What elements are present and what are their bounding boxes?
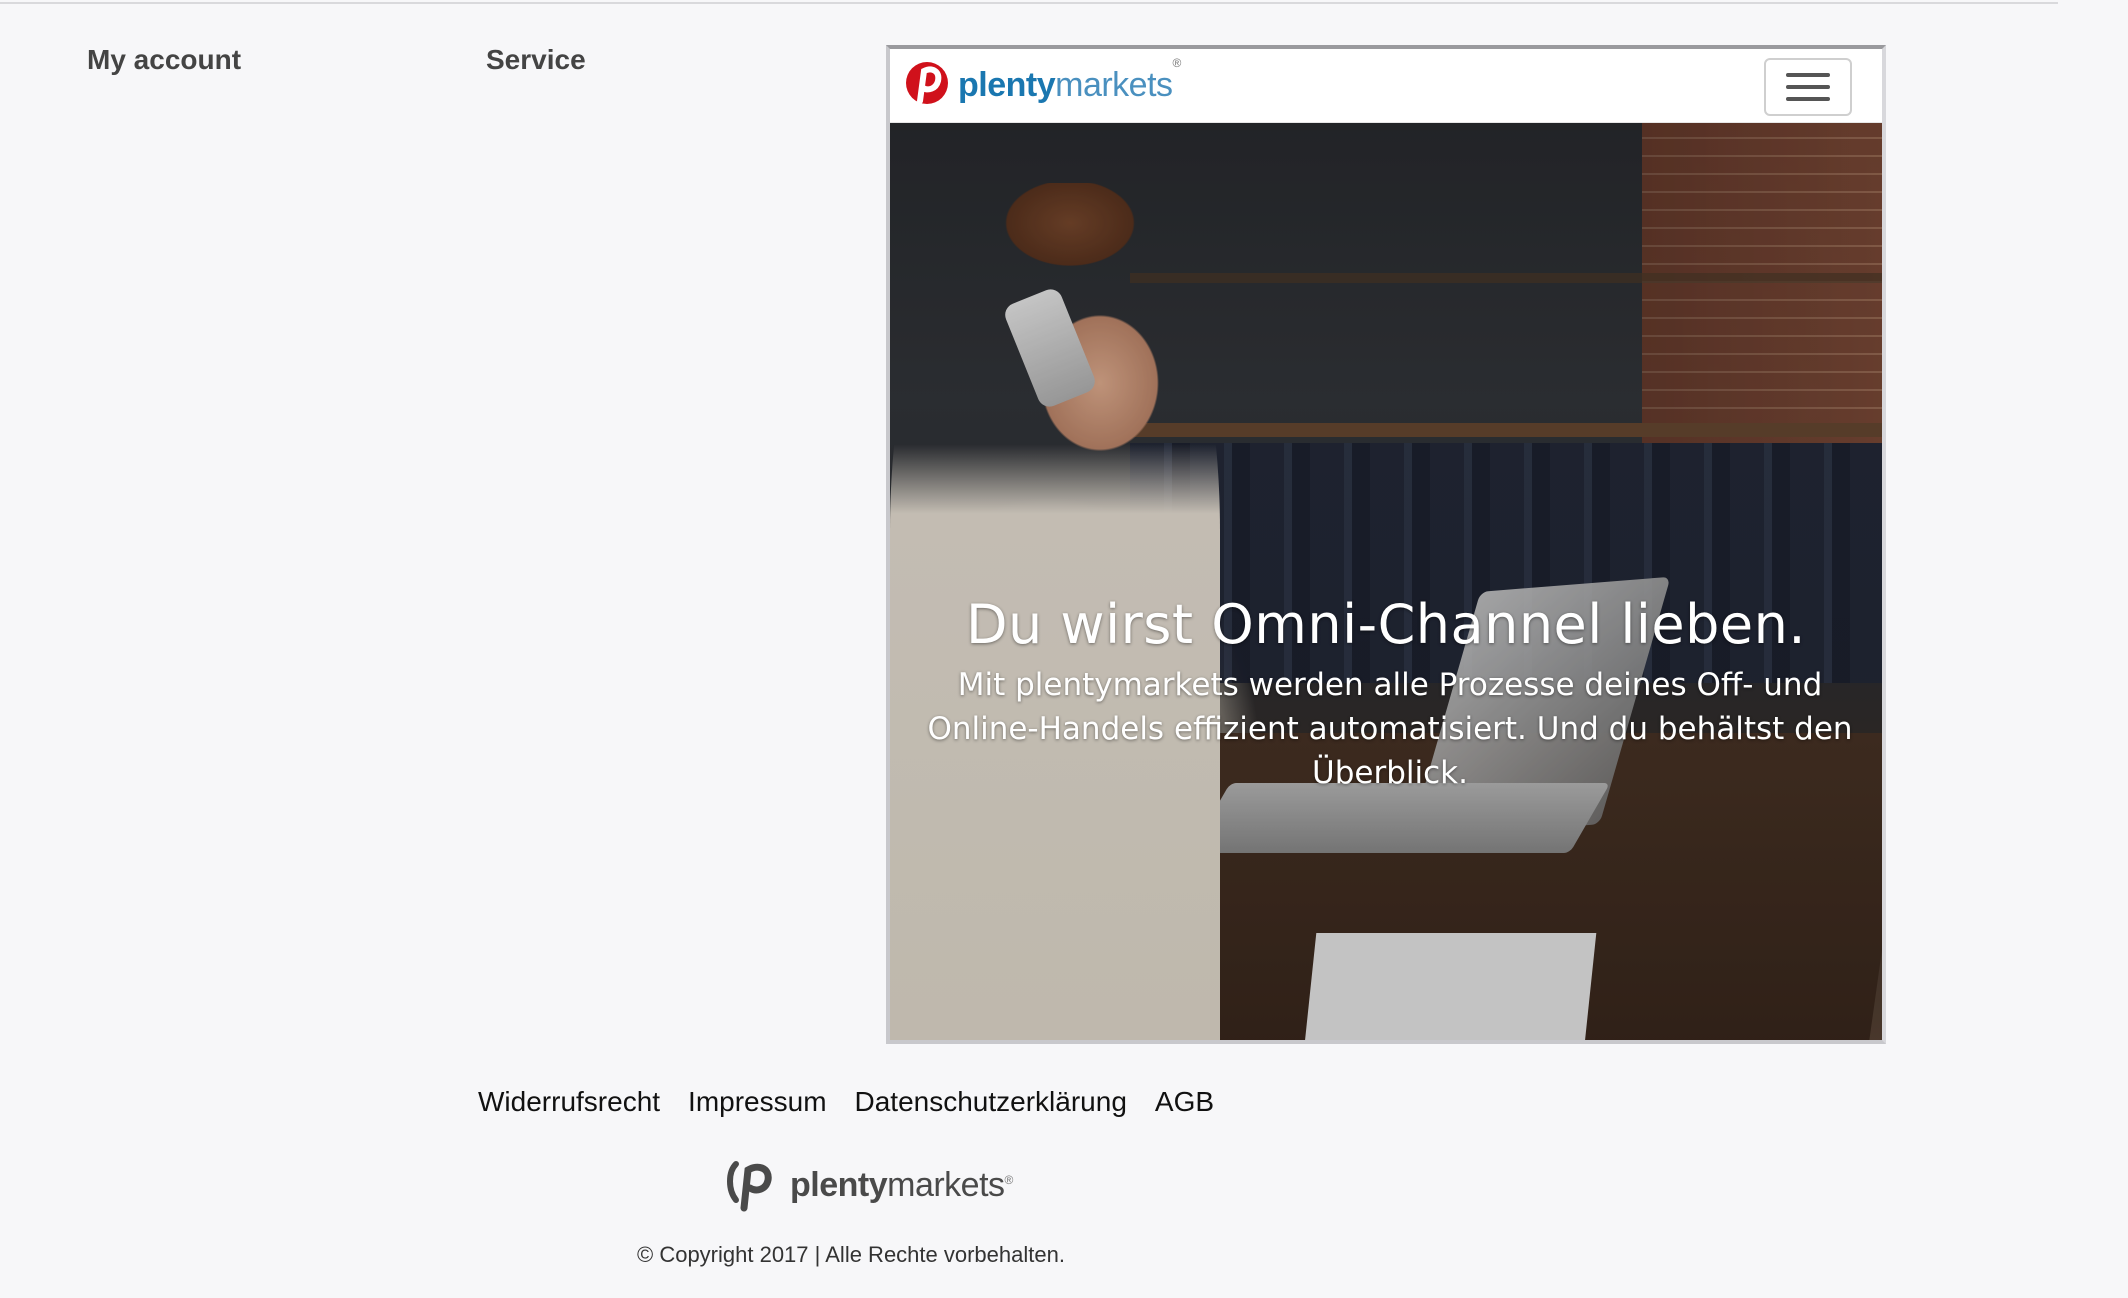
brand-part-plenty: plenty	[958, 65, 1056, 104]
footer-heading-service: Service	[486, 44, 586, 75]
registered-mark: ®	[1172, 55, 1182, 70]
link-widerrufsrecht[interactable]: Widerrufsrecht	[478, 1086, 660, 1118]
hero-overlay	[890, 123, 1882, 1040]
brand-part-markets: markets	[1055, 65, 1173, 104]
footer-legal-links: Widerrufsrecht Impressum Datenschutzerkl…	[478, 1086, 1214, 1118]
preview-navbar: plentymarkets®	[890, 49, 1882, 123]
hero-banner: Du wirst Omni-Channel lieben. Mit plenty…	[890, 123, 1882, 1040]
hero-subtitle: Mit plentymarkets werden alle Prozesse d…	[927, 667, 1853, 791]
footer-plentymarkets-logo[interactable]: plentymarkets®	[722, 1156, 1013, 1214]
registered-mark: ®	[1004, 1172, 1014, 1187]
plentymarkets-p-icon	[906, 62, 948, 104]
brand-part-markets: markets	[887, 1165, 1005, 1204]
hamburger-menu-button[interactable]	[1764, 58, 1852, 116]
link-agb[interactable]: AGB	[1155, 1086, 1214, 1118]
hero-title: Du wirst Omni-Channel lieben.	[965, 593, 1807, 656]
hamburger-menu-icon	[1786, 73, 1830, 77]
plentymarkets-p-icon	[727, 1161, 772, 1212]
footer-brand-wordmark: plentymarkets®	[790, 1166, 1013, 1205]
shop-preview-frame: plentymarkets® Du wirst Omni-Channel lie…	[886, 45, 1886, 1044]
brand-wordmark: plentymarkets®	[958, 56, 1181, 105]
hamburger-bar	[1786, 97, 1830, 101]
footer-heading-my-account: My account	[87, 44, 242, 75]
top-divider	[0, 2, 2058, 4]
copyright-text: © Copyright 2017 | Alle Rechte vorbehalt…	[637, 1242, 1065, 1267]
link-impressum[interactable]: Impressum	[688, 1086, 826, 1118]
brand-part-plenty: plenty	[790, 1165, 888, 1204]
link-datenschutzerklaerung[interactable]: Datenschutzerklärung	[855, 1086, 1127, 1118]
hamburger-bar	[1786, 85, 1830, 89]
plentymarkets-logo-link[interactable]: plentymarkets®	[904, 56, 1181, 111]
